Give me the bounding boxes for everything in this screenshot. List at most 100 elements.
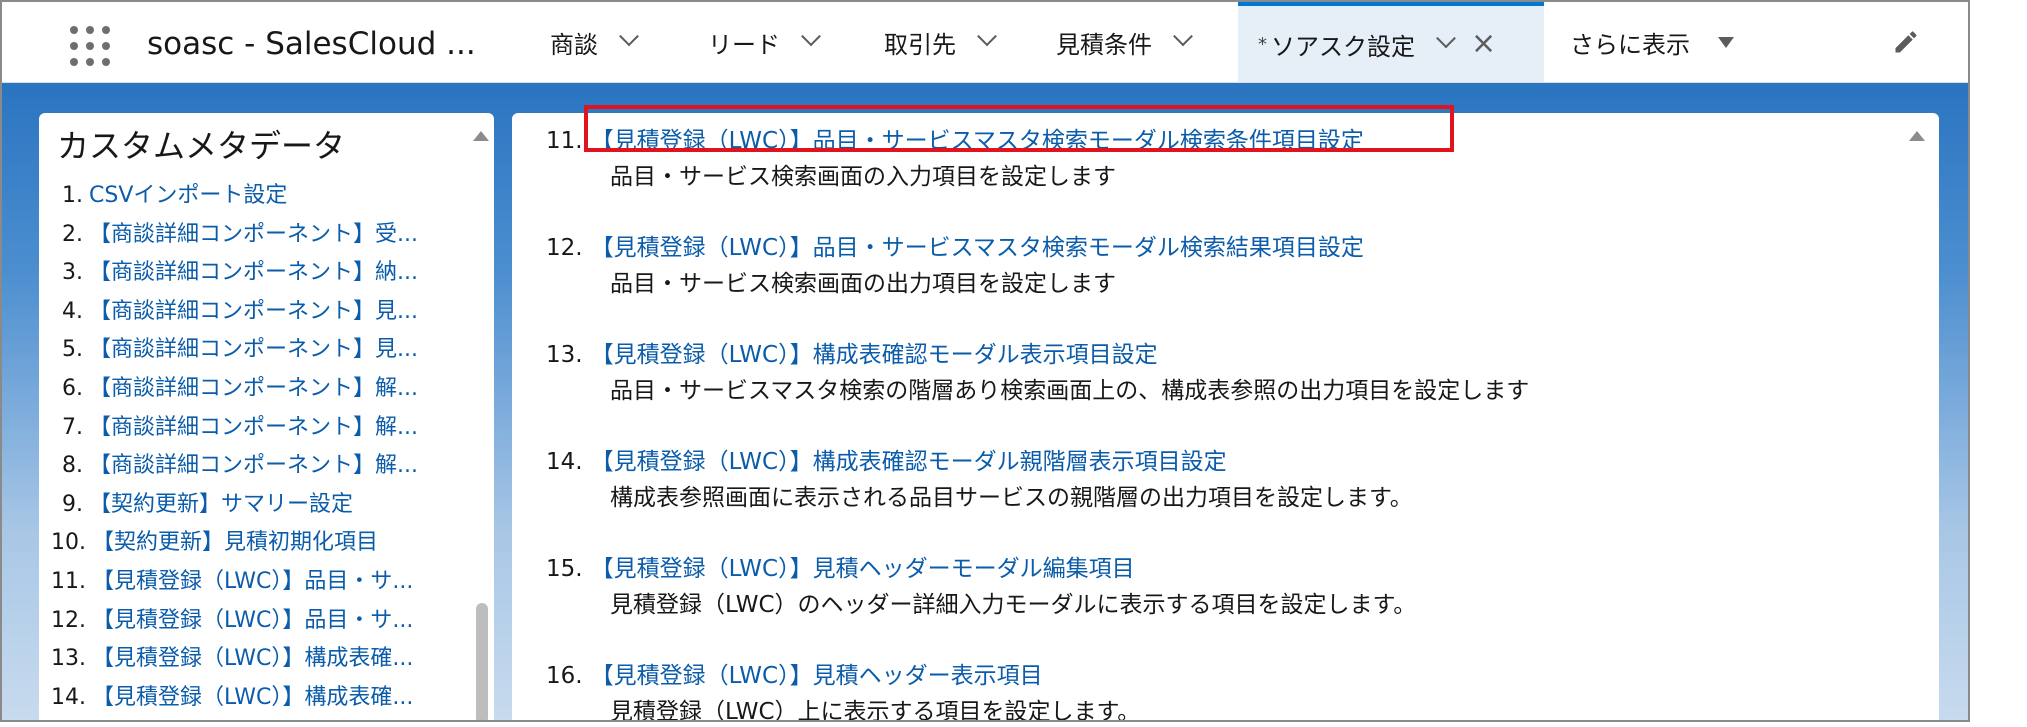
entry-description: 品目・サービス検索画面の入力項目を設定します [610,164,1116,190]
close-icon[interactable]: × [1471,29,1496,59]
scroll-up-icon[interactable] [1909,131,1925,141]
metadata-link[interactable]: CSVインポート設定 [89,177,287,216]
chevron-down-icon[interactable] [977,26,997,47]
highlight-box [584,105,1454,152]
entry-title: 13. 【見積登録（LWC）】構成表確認モーダル表示項目設定 [546,337,1529,373]
metadata-entry: 14. 【見積登録（LWC）】構成表確認モーダル親階層表示項目設定構成表参照画面に… [546,444,1413,516]
entry-number: 13. [546,342,583,368]
metadata-list-item[interactable]: 8. 【商談詳細コンポーネント】解... [51,447,471,486]
app-name: soasc - SalesCloud ... [147,26,476,62]
entry-description: 品目・サービスマスタ検索の階層あり検索画面上の、構成表参照の出力項目を設定します [610,378,1530,404]
global-nav-bar: soasc - SalesCloud ... 商談 リード 取引先 見積条件 *… [2,2,1968,83]
metadata-entry: 16. 【見積登録（LWC）】見積ヘッダー表示項目見積登録（LWC）上に表示する項… [546,658,1141,722]
scrollbar-thumb[interactable] [476,603,488,720]
entry-link[interactable]: 【見積登録（LWC）】品目・サービスマスタ検索モーダル検索結果項目設定 [591,235,1364,261]
chevron-down-icon[interactable] [1173,26,1193,47]
metadata-detail-panel: 11. 【見積登録（LWC）】品目・サービスマスタ検索モーダル検索条件項目設定 品目… [512,113,1939,722]
modified-marker: * [1258,33,1267,55]
metadata-list-item[interactable]: 9. 【契約更新】サマリー設定 [51,486,471,525]
metadata-list-item[interactable]: 10. 【契約更新】見積初期化項目 [51,524,471,563]
metadata-list-item[interactable]: 12. 【見積登録（LWC）】品目・サ... [51,602,471,641]
list-item-number: 1. [62,183,83,208]
pencil-icon[interactable] [1892,28,1920,56]
tab-more[interactable]: さらに表示 [1570,2,1734,82]
metadata-list-item[interactable]: 3. 【商談詳細コンポーネント】納... [51,254,471,293]
metadata-link[interactable]: 【商談詳細コンポーネント】見... [89,293,418,332]
list-item-number: 5. [62,337,83,363]
entry-link[interactable]: 【見積登録（LWC）】見積ヘッダー表示項目 [591,663,1043,689]
metadata-link[interactable]: 【商談詳細コンポーネント】解... [89,409,418,448]
list-item-number: 4. [62,298,83,324]
metadata-list-item[interactable]: 7. 【商談詳細コンポーネント】解... [51,409,471,448]
entry-description: 構成表参照画面に表示される品目サービスの親階層の出力項目を設定します。 [610,485,1413,511]
tab-label: 取引先 [884,30,956,59]
tab-label: ソアスク設定 [1271,32,1415,61]
metadata-entry: 13. 【見積登録（LWC）】構成表確認モーダル表示項目設定品目・サービスマスタ検… [546,337,1529,409]
entry-title: 14. 【見積登録（LWC）】構成表確認モーダル親階層表示項目設定 [546,444,1413,480]
metadata-entry: 12. 【見積登録（LWC）】品目・サービスマスタ検索モーダル検索結果項目設定品目… [546,230,1364,302]
caret-down-icon[interactable] [1718,36,1734,48]
metadata-link[interactable]: 【見積登録（LWC）】構成表確... [92,679,413,718]
chevron-down-icon[interactable] [801,26,821,47]
metadata-link[interactable]: 【見積登録（LWC）】構成表確... [92,640,413,679]
list-item-number: 8. [62,453,83,479]
entry-link[interactable]: 【見積登録（LWC）】見積ヘッダーモーダル編集項目 [591,556,1135,582]
list-item-number: 13. [51,646,86,672]
metadata-link[interactable]: 【商談詳細コンポーネント】解... [89,370,418,409]
panel-title: カスタムメタデータ [57,127,346,165]
metadata-link[interactable]: 【商談詳細コンポーネント】見... [89,331,418,370]
entry-description: 見積登録（LWC）上に表示する項目を設定します。 [610,699,1141,722]
scroll-up-icon[interactable] [473,131,489,141]
entry-link[interactable]: 【見積登録（LWC）】構成表確認モーダル表示項目設定 [591,342,1158,368]
metadata-list-item[interactable]: 6. 【商談詳細コンポーネント】解... [51,370,471,409]
tab-opportunities[interactable]: 商談 [550,2,639,82]
tab-label: 商談 [550,30,598,59]
list-item-number: 6. [62,375,83,401]
metadata-link[interactable]: 【契約更新】見積初期化項目 [92,524,378,563]
entry-number: 11. [546,128,583,154]
metadata-list-item[interactable]: 11. 【見積登録（LWC）】品目・サ... [51,563,471,602]
metadata-list: 1. CSVインポート設定 2. 【商談詳細コンポーネント】受... 3. 【商談詳細コン… [51,177,471,717]
entry-description: 品目・サービス検索画面の出力項目を設定します [610,271,1116,297]
entry-number: 12. [546,235,583,261]
tab-label: リード [708,30,780,59]
metadata-list-item[interactable]: 4. 【商談詳細コンポーネント】見... [51,293,471,332]
metadata-list-item[interactable]: 14. 【見積登録（LWC）】構成表確... [51,679,471,718]
tab-soasc-settings[interactable]: * ソアスク設定 × [1238,2,1544,82]
metadata-link[interactable]: 【契約更新】サマリー設定 [89,486,353,525]
tab-label: さらに表示 [1570,30,1690,59]
tab-accounts[interactable]: 取引先 [884,2,997,82]
metadata-list-item[interactable]: 13. 【見積登録（LWC）】構成表確... [51,640,471,679]
entry-title: 12. 【見積登録（LWC）】品目・サービスマスタ検索モーダル検索結果項目設定 [546,230,1364,266]
metadata-link[interactable]: 【商談詳細コンポーネント】受... [89,216,418,255]
metadata-link[interactable]: 【商談詳細コンポーネント】納... [89,254,418,293]
list-item-number: 11. [51,568,86,594]
metadata-list-item[interactable]: 2. 【商談詳細コンポーネント】受... [51,216,471,255]
app-window: soasc - SalesCloud ... 商談 リード 取引先 見積条件 *… [0,0,1970,722]
entry-description: 見積登録（LWC）のヘッダー詳細入力モーダルに表示する項目を設定します。 [610,592,1417,618]
tab-leads[interactable]: リード [708,2,821,82]
entry-title: 16. 【見積登録（LWC）】見積ヘッダー表示項目 [546,658,1140,694]
list-item-number: 7. [62,414,83,440]
list-item-number: 14. [51,684,86,710]
entry-number: 14. [546,449,583,475]
metadata-link[interactable]: 【見積登録（LWC）】品目・サ... [92,563,413,602]
metadata-link[interactable]: 【見積登録（LWC）】品目・サ... [92,602,413,641]
entry-title: 15. 【見積登録（LWC）】見積ヘッダーモーダル編集項目 [546,551,1416,587]
chevron-down-icon[interactable] [619,26,639,47]
list-item-number: 10. [51,530,86,556]
metadata-list-item[interactable]: 1. CSVインポート設定 [51,177,471,216]
entry-link[interactable]: 【見積登録（LWC）】構成表確認モーダル親階層表示項目設定 [591,449,1227,475]
tab-quote-conditions[interactable]: 見積条件 [1056,2,1193,82]
metadata-list-item[interactable]: 5. 【商談詳細コンポーネント】見... [51,331,471,370]
metadata-link[interactable]: 【商談詳細コンポーネント】解... [89,447,418,486]
app-launcher-icon[interactable] [70,26,110,66]
chevron-down-icon[interactable] [1436,28,1456,49]
entry-number: 15. [546,556,583,582]
entry-number: 16. [546,663,583,689]
list-item-number: 9. [62,491,83,517]
tab-label: 見積条件 [1056,30,1152,59]
custom-metadata-panel: カスタムメタデータ 1. CSVインポート設定 2. 【商談詳細コンポーネント】受..… [39,113,494,720]
metadata-entry: 15. 【見積登録（LWC）】見積ヘッダーモーダル編集項目見積登録（LWC）のヘッ… [546,551,1416,623]
list-item-number: 3. [62,260,83,286]
